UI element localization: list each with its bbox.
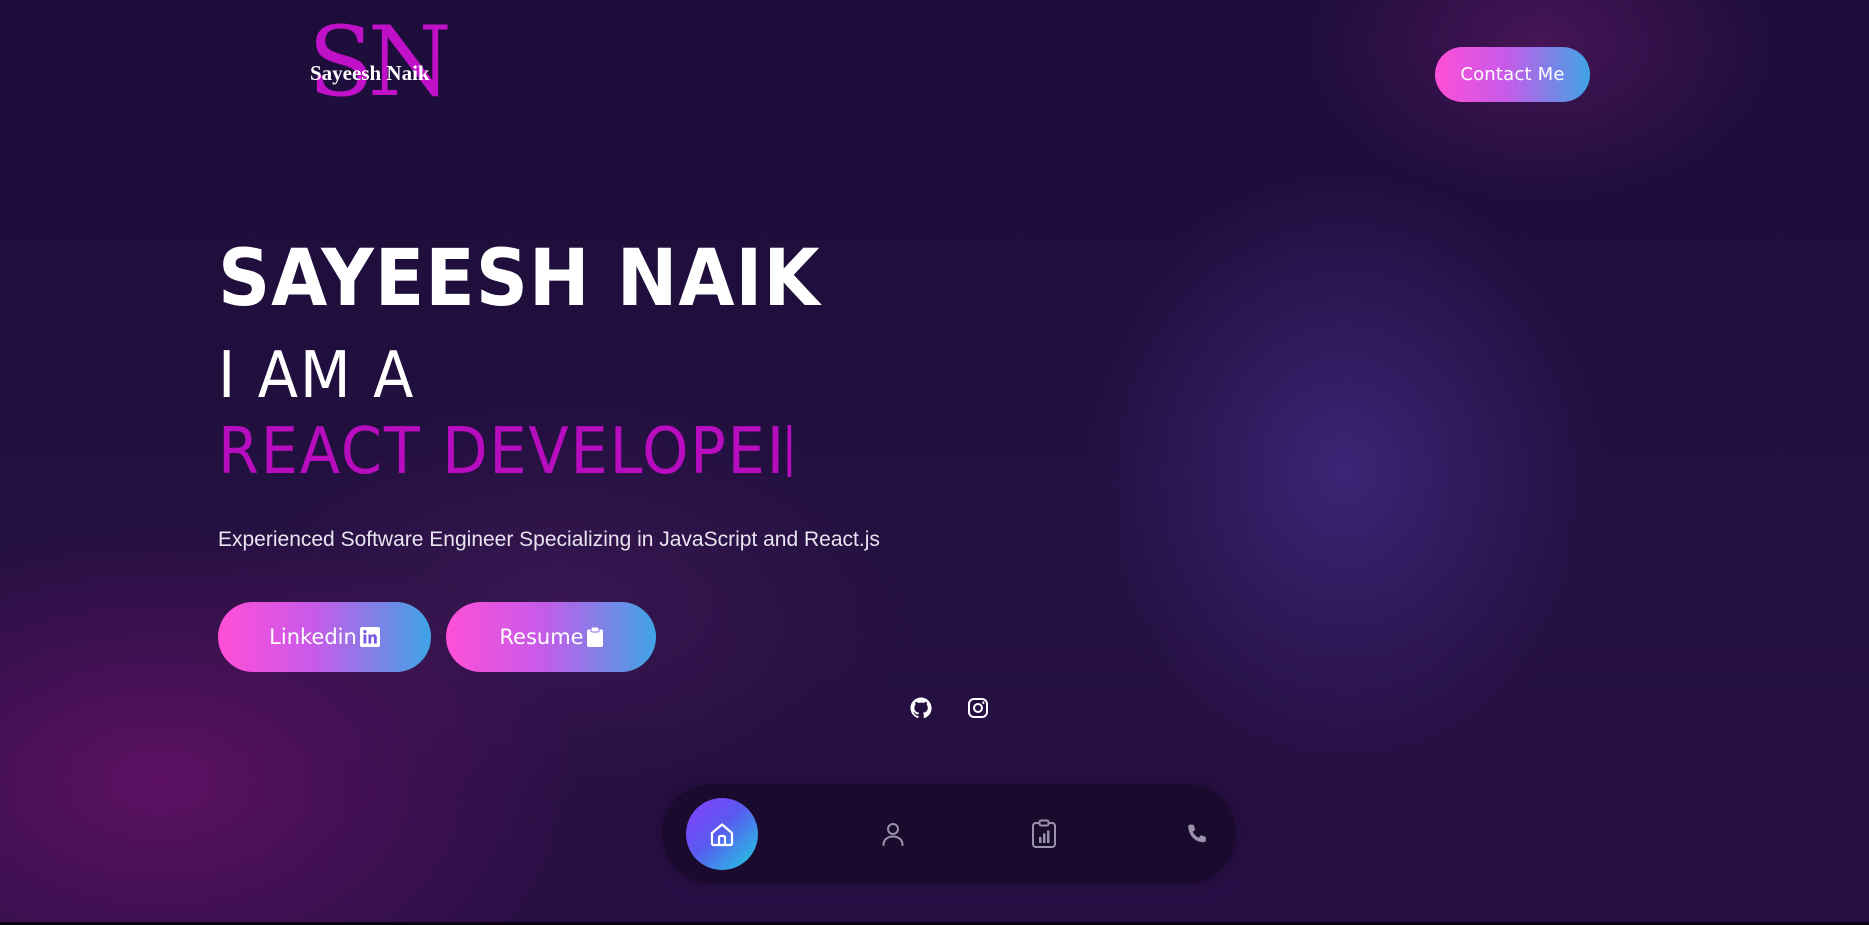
clipboard-chart-icon[interactable] xyxy=(1008,798,1080,870)
user-icon[interactable] xyxy=(857,798,929,870)
home-icon[interactable] xyxy=(686,798,758,870)
hero-role-text: REACT DEVELOPEI xyxy=(218,415,786,489)
linkedin-icon xyxy=(359,627,380,647)
bottom-navigation xyxy=(662,784,1236,884)
hero-role-typing: REACT DEVELOPEI xyxy=(218,420,792,484)
linkedin-button-label: Linkedin xyxy=(269,625,357,649)
linkedin-button[interactable]: Linkedin xyxy=(218,602,431,672)
github-icon[interactable] xyxy=(909,696,933,720)
resume-button[interactable]: Resume xyxy=(446,602,656,672)
logo-name: Sayeesh Naik xyxy=(310,61,430,85)
hero-name: SAYEESH NAIK xyxy=(218,234,821,324)
resume-button-label: Resume xyxy=(499,625,584,649)
clipboard-icon xyxy=(586,627,603,647)
phone-icon[interactable] xyxy=(1161,798,1233,870)
typing-cursor xyxy=(787,425,792,477)
hero-intro: I AM A xyxy=(218,339,416,413)
hero-subtitle: Experienced Software Engineer Specializi… xyxy=(218,528,880,551)
site-logo[interactable]: SN Sayeesh Naik xyxy=(308,14,452,118)
contact-me-button[interactable]: Contact Me xyxy=(1435,47,1590,102)
instagram-icon[interactable] xyxy=(966,696,990,720)
